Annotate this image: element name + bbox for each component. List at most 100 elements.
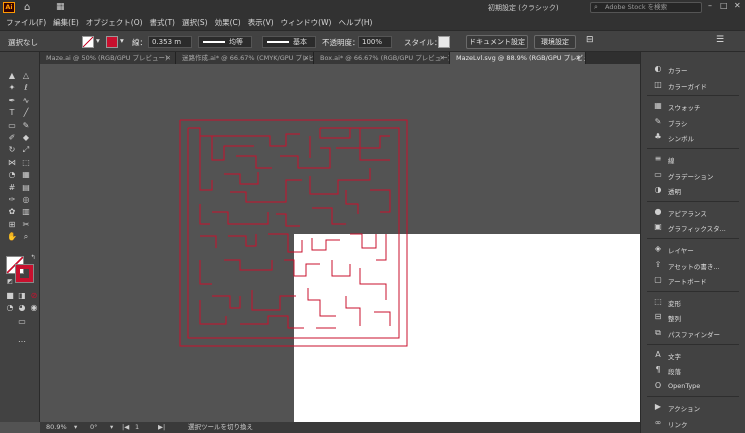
menu-icon[interactable]: ☰ xyxy=(716,35,724,45)
maze-artwork[interactable] xyxy=(40,64,640,422)
mesh-tool-icon[interactable]: # xyxy=(6,182,18,193)
chevron-down-icon[interactable]: ▾ xyxy=(120,36,124,45)
screen-mode-icon[interactable]: ▭ xyxy=(16,316,28,327)
graphic-style-swatch[interactable] xyxy=(438,36,450,48)
zoom-level[interactable]: 80.9% xyxy=(46,422,67,433)
menu-select[interactable]: 選択(S) xyxy=(182,17,208,28)
panel-item-paragraph[interactable]: ¶ 段落 xyxy=(641,363,745,378)
maze-wall-path[interactable] xyxy=(345,296,361,326)
maze-wall-path[interactable] xyxy=(284,259,320,277)
shape-builder-tool-icon[interactable]: ◔ xyxy=(6,169,18,180)
close-icon[interactable]: ✕ xyxy=(304,52,309,64)
graph-tool-icon[interactable]: ▥ xyxy=(20,206,32,217)
brush-definition[interactable]: 基本 xyxy=(262,36,316,48)
document-canvas[interactable] xyxy=(40,64,640,422)
fill-swatch[interactable] xyxy=(82,36,94,48)
tab-maze-ai[interactable]: Maze.ai @ 50% (RGB/GPU プレビュー) ✕ xyxy=(40,52,176,64)
close-button[interactable]: ✕ xyxy=(734,1,741,10)
pen-tool-icon[interactable]: ✒ xyxy=(6,95,18,106)
maze-wall-path[interactable] xyxy=(309,168,371,195)
blend-tool-icon[interactable]: ◎ xyxy=(20,194,32,205)
slice-tool-icon[interactable]: ✂ xyxy=(20,219,32,230)
maze-wall-path[interactable] xyxy=(280,147,331,169)
hand-tool-icon[interactable]: ✋ xyxy=(6,231,18,242)
tab-mazelvl-svg[interactable]: MazeLvl.svg @ 88.9% (RGB/GPU プレビュー) ✕ xyxy=(450,52,586,64)
panel-item-graphic-styles[interactable]: ▣ グラフィックスタ... xyxy=(641,220,745,235)
artboard-number[interactable]: 1 xyxy=(135,422,139,433)
menu-help[interactable]: ヘルプ(H) xyxy=(338,17,372,28)
maze-wall-path[interactable] xyxy=(240,315,304,329)
stroke-box[interactable] xyxy=(15,264,34,283)
close-icon[interactable]: ✕ xyxy=(576,52,581,64)
rotate-tool-icon[interactable]: ↻ xyxy=(6,144,18,155)
maze-wall-path[interactable] xyxy=(374,311,391,326)
panel-item-stroke[interactable]: ≡ 線 xyxy=(641,152,745,167)
maze-wall-path[interactable] xyxy=(376,234,387,261)
gradient-mode-icon[interactable]: ◨ xyxy=(16,290,28,301)
panel-item-color[interactable]: ◐ カラー xyxy=(641,62,745,77)
rotation-field[interactable]: 0° xyxy=(90,422,97,433)
panel-item-links[interactable]: ∞ リンク xyxy=(641,416,745,431)
arrange-documents-icon[interactable]: ⊟ xyxy=(586,35,594,45)
default-colors-icon[interactable]: ◩ xyxy=(4,276,16,287)
maze-wall-path[interactable] xyxy=(268,233,303,253)
panel-item-artboards[interactable]: ▢ アートボード xyxy=(641,273,745,288)
swap-fill-stroke-icon[interactable]: ↰ xyxy=(27,252,39,263)
maximize-button[interactable]: □ xyxy=(720,1,728,10)
maze-wall-path[interactable] xyxy=(199,260,212,285)
menu-file[interactable]: ファイル(F) xyxy=(6,17,46,28)
maze-wall-path[interactable] xyxy=(228,234,257,247)
maze-wall-path[interactable] xyxy=(179,119,408,347)
panel-item-actions[interactable]: ▶ アクション xyxy=(641,400,745,415)
panel-item-pathfinder[interactable]: ⧉ パスファインダー xyxy=(641,326,745,341)
maze-wall-path[interactable] xyxy=(199,204,210,225)
artboard-tool-icon[interactable]: ⊞ xyxy=(6,219,18,230)
draw-behind-icon[interactable]: ◕ xyxy=(16,302,28,313)
maze-wall-path[interactable] xyxy=(200,235,217,248)
magic-wand-tool-icon[interactable]: ✦ xyxy=(6,82,18,93)
selection-tool-icon[interactable]: ▲ xyxy=(6,70,18,81)
draw-mode-icon[interactable]: ◔ xyxy=(4,302,16,313)
maze-wall-path[interactable] xyxy=(224,259,273,271)
lasso-tool-icon[interactable]: ℓ xyxy=(20,82,32,93)
chevron-down-icon[interactable]: ▾ xyxy=(110,422,113,433)
maze-wall-path[interactable] xyxy=(276,213,300,227)
line-tool-icon[interactable]: ╱ xyxy=(20,107,32,118)
opacity-field[interactable]: 100% xyxy=(358,36,392,48)
panel-item-transform[interactable]: ⬚ 変形 xyxy=(641,295,745,310)
maze-wall-path[interactable] xyxy=(230,179,302,203)
symbol-sprayer-tool-icon[interactable]: ✿ xyxy=(6,206,18,217)
panel-item-align[interactable]: ⊟ 整列 xyxy=(641,310,745,325)
menu-object[interactable]: オブジェクト(O) xyxy=(86,17,143,28)
stroke-weight-field[interactable]: 0.353 m xyxy=(148,36,192,48)
variable-width-profile[interactable]: 均等 xyxy=(198,36,252,48)
home-icon[interactable]: ⌂ xyxy=(24,2,30,13)
chevron-down-icon[interactable]: ▾ xyxy=(96,36,100,45)
maze-wall-path[interactable] xyxy=(212,211,269,225)
eyedropper-tool-icon[interactable]: ✑ xyxy=(6,194,18,205)
maze-wall-path[interactable] xyxy=(359,268,387,300)
rectangle-tool-icon[interactable]: ▭ xyxy=(6,120,18,131)
panel-item-gradient[interactable]: ▭ グラデーション xyxy=(641,168,745,183)
tab-box-ai[interactable]: Box.ai* @ 66.67% (RGB/GPU プレビュー) ✕ xyxy=(314,52,450,64)
width-tool-icon[interactable]: ⋈ xyxy=(6,157,18,168)
free-transform-tool-icon[interactable]: ⬚ xyxy=(20,157,32,168)
direct-selection-tool-icon[interactable]: △ xyxy=(20,70,32,81)
scale-tool-icon[interactable]: ⤢ xyxy=(20,144,32,155)
stock-search-input[interactable]: ⌕ Adobe Stock を検索 xyxy=(590,2,702,13)
zoom-tool-icon[interactable]: ⌕ xyxy=(20,231,32,242)
draw-inside-icon[interactable]: ◉ xyxy=(28,302,40,313)
panel-item-symbols[interactable]: ♣ シンボル xyxy=(641,130,745,145)
maze-wall-path[interactable] xyxy=(331,260,351,277)
maze-wall-path[interactable] xyxy=(345,190,359,214)
document-setup-button[interactable]: ドキュメント設定 xyxy=(466,35,528,49)
color-mode-icon[interactable]: ■ xyxy=(4,290,16,301)
menu-type[interactable]: 書式(T) xyxy=(150,17,175,28)
maze-wall-path[interactable] xyxy=(359,128,390,161)
maze-wall-path[interactable] xyxy=(251,290,296,311)
maze-wall-path[interactable] xyxy=(312,207,346,225)
shaper-tool-icon[interactable]: ✐ xyxy=(6,132,18,143)
gradient-tool-icon[interactable]: ▤ xyxy=(20,182,32,193)
artboard-prev-icon[interactable]: |◀ xyxy=(122,422,129,433)
maze-wall-path[interactable] xyxy=(236,155,272,169)
